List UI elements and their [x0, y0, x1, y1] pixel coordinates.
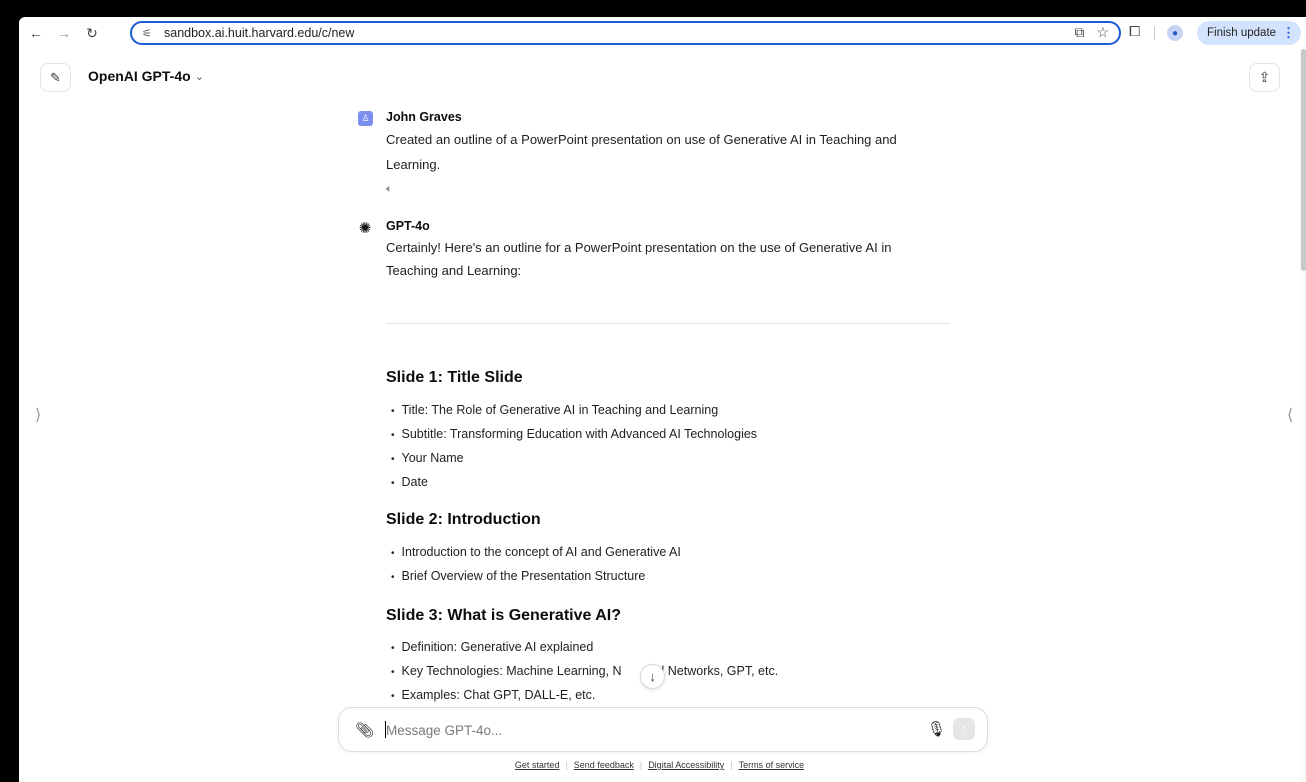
openai-logo-icon: ✺ — [358, 220, 372, 237]
share-button[interactable]: ⇪ — [1249, 63, 1280, 92]
slide-2-heading: Slide 2: Introduction — [386, 511, 541, 528]
forward-icon[interactable]: → — [53, 22, 75, 44]
send-feedback-link[interactable]: Send feedback — [574, 760, 634, 770]
divider: | — [639, 760, 643, 770]
address-bar[interactable]: ⚟ sandbox.ai.huit.harvard.edu/c/new ⧉ ☆ — [130, 21, 1121, 45]
footer-links: Get started | Send feedback | Digital Ac… — [19, 760, 1300, 770]
back-icon[interactable]: ← — [25, 22, 47, 44]
profile-avatar-icon[interactable]: ● — [1167, 25, 1183, 41]
user-message-line-2: Learning. — [386, 157, 441, 172]
chat-page: ✎ OpenAI GPT-4o ⌄ ⇪ ⟩ ⟨ ♙ John Graves Cr… — [19, 49, 1300, 782]
read-aloud-icon[interactable]: 🔈︎ — [386, 183, 393, 196]
slide-1-heading: Slide 1: Title Slide — [386, 369, 523, 386]
list-item: • Brief Overview of the Presentation Stru… — [391, 569, 646, 583]
divider: | — [565, 760, 568, 770]
arrow-down-icon: ↓ — [649, 669, 656, 684]
model-selector[interactable]: OpenAI GPT-4o ⌄ — [88, 68, 204, 84]
send-button[interactable]: ↑ — [953, 718, 975, 740]
list-item: • Key Technologies: Machine Learning, Nal… — [391, 664, 779, 678]
edit-icon: ✎ — [50, 69, 61, 85]
new-chat-button[interactable]: ✎ — [40, 63, 71, 92]
get-started-link[interactable]: Get started — [515, 760, 560, 770]
bookmark-star-icon[interactable]: ☆ — [1096, 24, 1109, 41]
paperclip-icon[interactable]: 📎︎ — [355, 721, 374, 739]
finish-update-label: Finish update — [1207, 27, 1277, 39]
microphone-icon[interactable]: 🎙︎ — [927, 720, 946, 738]
chevron-down-icon: ⌄ — [194, 70, 204, 83]
upload-icon: ⇪ — [1258, 69, 1271, 85]
list-item: • Introduction to the concept of AI and G… — [391, 545, 681, 559]
list-item: • Definition: Generative AI explained — [391, 640, 594, 654]
horizontal-rule — [386, 323, 950, 324]
terms-of-service-link[interactable]: Terms of service — [739, 760, 805, 770]
list-item: • Date — [391, 475, 428, 489]
assistant-name: GPT-4o — [386, 219, 430, 233]
site-settings-icon[interactable]: ⚟ — [142, 27, 158, 40]
list-item: • Examples: Chat GPT, DALL-E, etc. — [391, 688, 596, 702]
reload-icon[interactable]: ↻ — [81, 22, 103, 44]
url-text[interactable]: sandbox.ai.huit.harvard.edu/c/new — [164, 26, 354, 40]
install-app-icon[interactable]: ⧉ — [1074, 24, 1084, 41]
assistant-intro-line-2: Teaching and Learning: — [386, 263, 522, 278]
divider: | — [730, 760, 733, 770]
message-composer: 📎︎ 🎙︎ ↑ — [338, 707, 988, 752]
scrollbar-thumb[interactable] — [1301, 49, 1306, 271]
user-message-line-1: Created an outline of a PowerPoint prese… — [386, 132, 897, 147]
page-scrollbar[interactable] — [1300, 49, 1306, 782]
extensions-icon[interactable]: ⧠ — [1129, 23, 1140, 40]
left-sidebar-toggle-icon[interactable]: ⟩ — [35, 405, 41, 425]
message-input[interactable] — [386, 718, 906, 742]
slide-3-heading: Slide 3: What is Generative AI? — [386, 607, 622, 624]
browser-window: ← → ↻ ⚟ sandbox.ai.huit.harvard.edu/c/ne… — [0, 0, 1306, 782]
scroll-to-bottom-button[interactable]: ↓ — [640, 664, 665, 689]
list-item: • Title: The Role of Generative AI in Tea… — [391, 403, 719, 417]
browser-toolbar: ← → ↻ ⚟ sandbox.ai.huit.harvard.edu/c/ne… — [19, 17, 1306, 49]
toolbar-divider — [1154, 26, 1155, 40]
user-name: John Graves — [386, 110, 462, 124]
list-item: • Subtitle: Transforming Education with A… — [391, 427, 758, 441]
assistant-intro-line-1: Certainly! Here's an outline for a Power… — [386, 240, 892, 255]
more-menu-icon: ⋮ — [1282, 25, 1296, 40]
user-avatar-icon: ♙ — [358, 111, 373, 126]
list-item: • Your Name — [391, 451, 464, 465]
right-sidebar-toggle-icon[interactable]: ⟨ — [1287, 405, 1293, 425]
digital-accessibility-link[interactable]: Digital Accessibility — [648, 760, 724, 770]
model-name: OpenAI GPT-4o — [88, 68, 191, 84]
arrow-up-icon: ↑ — [961, 722, 967, 736]
finish-update-button[interactable]: Finish update ⋮ — [1197, 21, 1301, 45]
